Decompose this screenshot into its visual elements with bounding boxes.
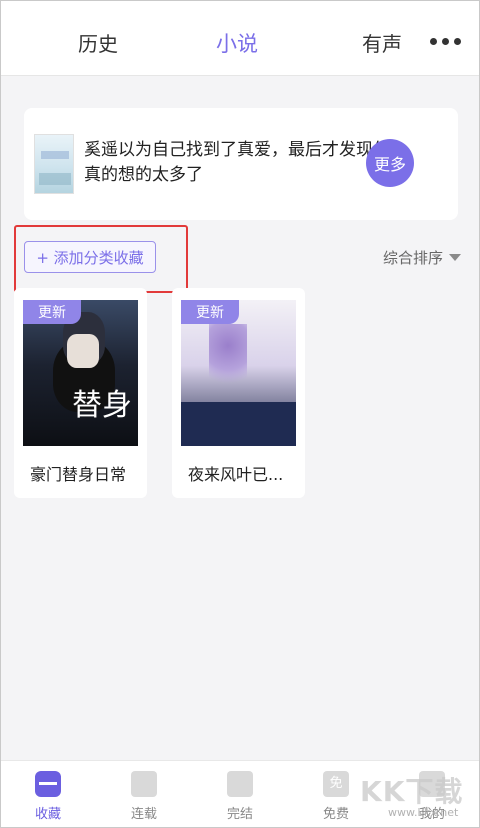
nav-label: 免费 xyxy=(322,807,349,822)
nav-label: 我的 xyxy=(418,807,445,822)
book-title: 豪门替身日常 xyxy=(30,465,127,484)
update-badge: 更新 xyxy=(23,300,81,324)
nav-item-mine[interactable]: 我的 xyxy=(402,769,462,822)
book-card[interactable]: 更新 夜来风叶已... xyxy=(172,288,305,498)
nav-label: 完结 xyxy=(226,807,253,822)
nav-label: 收藏 xyxy=(34,807,61,822)
caret-down-icon xyxy=(449,254,462,261)
tab-history[interactable]: 历史 xyxy=(78,28,118,57)
recommendation-cover-image xyxy=(34,134,74,194)
update-badge: 更新 xyxy=(181,300,239,324)
book-cover-image: 更新 xyxy=(181,300,296,446)
nav-label: 连载 xyxy=(130,807,157,822)
tab-audio[interactable]: 有声 xyxy=(362,28,402,57)
more-button[interactable]: 更多 xyxy=(366,139,414,187)
profile-icon xyxy=(419,771,445,797)
edit-book-icon xyxy=(131,771,157,797)
highlight-annotation-box xyxy=(14,225,188,293)
book-card[interactable]: 替身 更新 豪门替身日常 xyxy=(14,288,147,498)
nav-item-free[interactable]: 免 免费 xyxy=(306,769,366,822)
free-icon: 免 xyxy=(323,771,349,797)
bookmark-stack-icon xyxy=(35,771,61,797)
nav-item-collection[interactable]: 收藏 xyxy=(18,769,78,822)
cover-title-art: 替身 xyxy=(72,388,132,423)
nav-item-finished[interactable]: 完结 xyxy=(210,769,270,822)
nav-item-serial[interactable]: 连载 xyxy=(114,769,174,822)
finished-book-icon xyxy=(227,771,253,797)
book-cover-image: 替身 更新 xyxy=(23,300,138,446)
book-title: 夜来风叶已... xyxy=(188,465,284,484)
recommendation-text: 奚遥以为自己找到了真爱，最后才发现他真的想的太多了 xyxy=(84,140,390,185)
sort-dropdown[interactable]: 综合排序 xyxy=(383,247,462,268)
top-header: 历史 小说 有声 xyxy=(0,0,480,76)
more-dots-icon[interactable] xyxy=(430,38,461,45)
bottom-navigation: 收藏 连载 完结 免 免费 我的 xyxy=(0,760,480,828)
tab-novel[interactable]: 小说 xyxy=(216,28,258,58)
sort-label: 综合排序 xyxy=(383,249,444,267)
